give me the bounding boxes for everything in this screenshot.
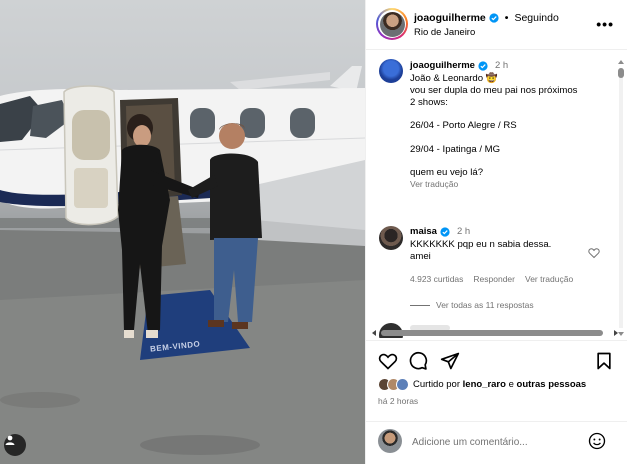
comment-line: amei: [410, 251, 431, 262]
replies-divider: [410, 304, 430, 306]
caption-text: João & Leonardo 🤠 vou ser dupla do meu p…: [410, 73, 610, 191]
header-user-line: joaoguilherme • Seguindo: [414, 12, 559, 24]
verified-icon: [478, 60, 488, 71]
scroll-up-arrow[interactable]: [618, 60, 624, 64]
caption-line: vou ser dupla do meu pai nos próximos: [410, 84, 578, 96]
tagged-users-button[interactable]: [4, 434, 26, 456]
scroll-track[interactable]: [619, 68, 623, 328]
caption-see-translation[interactable]: Ver tradução: [410, 179, 610, 191]
author-username[interactable]: joaoguilherme: [414, 12, 486, 24]
liked-by-prefix: Curtido por: [413, 379, 460, 390]
caption-line: 29/04 - Ipatinga / MG: [410, 143, 501, 155]
liker-avatar[interactable]: [396, 378, 409, 391]
comment-header: maisa 2 h: [410, 226, 470, 237]
caption-line: João & Leonardo 🤠: [410, 73, 498, 84]
more-icon[interactable]: •••: [596, 16, 614, 32]
verified-icon: [489, 13, 499, 23]
caption-line: quem eu vejo lá?: [410, 167, 484, 179]
scroll-left-arrow[interactable]: [372, 330, 376, 336]
share-icon[interactable]: [440, 351, 460, 371]
post-header: joaoguilherme • Seguindo Rio de Janeiro …: [366, 0, 627, 50]
post-actions: Curtido por leno_raro e outras pessoas h…: [366, 340, 627, 453]
author-avatar[interactable]: [376, 8, 408, 40]
caption-avatar[interactable]: [379, 59, 403, 83]
user-tag-icon: [5, 435, 15, 445]
liked-by-text: Curtido por leno_raro e outras pessoas: [413, 379, 586, 390]
liked-by-and: e: [508, 379, 514, 390]
liked-by-others[interactable]: outras pessoas: [517, 379, 587, 390]
liked-by-user[interactable]: leno_raro: [463, 379, 506, 390]
heart-icon[interactable]: [378, 351, 398, 371]
caption-line: [410, 132, 610, 144]
caption-line: 2 shows:: [410, 96, 448, 108]
emoji-icon[interactable]: [588, 432, 606, 450]
viewer-avatar: [378, 429, 402, 453]
caption-time[interactable]: 2 h: [495, 60, 508, 71]
comment-icon[interactable]: [408, 351, 428, 371]
liked-by: Curtido por leno_raro e outras pessoas: [378, 378, 586, 391]
post-side-panel: joaoguilherme • Seguindo Rio de Janeiro …: [365, 0, 627, 464]
vertical-scrollbar[interactable]: [617, 58, 625, 338]
separator-dot: •: [504, 12, 509, 24]
comment-see-translation[interactable]: Ver tradução: [525, 274, 573, 284]
comment-reply-button[interactable]: Responder: [473, 274, 515, 284]
post-photo[interactable]: BEM-VINDO: [0, 0, 365, 464]
scroll-thumb[interactable]: [618, 68, 624, 78]
photo-scene: [0, 66, 365, 464]
comment-text: KKKKKKK pqp eu n sabia dessa. amei: [410, 239, 580, 263]
verified-icon: [440, 226, 450, 237]
following-button[interactable]: Seguindo: [514, 12, 558, 24]
caption-line: 26/04 - Porto Alegre / RS: [410, 120, 517, 132]
comment-likes[interactable]: 4.923 curtidas: [410, 274, 463, 284]
view-replies[interactable]: Ver todas as 11 respostas: [410, 300, 534, 310]
comment-time[interactable]: 2 h: [457, 226, 470, 237]
view-replies-label[interactable]: Ver todas as 11 respostas: [436, 300, 534, 310]
caption-line: [410, 108, 610, 120]
add-comment-bar: [366, 421, 627, 464]
comment-line: KKKKKKK pqp eu n sabia dessa.: [410, 239, 552, 250]
bookmark-icon[interactable]: [594, 351, 614, 371]
horizontal-scroll-thumb[interactable]: [381, 330, 603, 336]
post-location[interactable]: Rio de Janeiro: [414, 27, 475, 38]
caption-header: joaoguilherme 2 h: [410, 60, 508, 71]
comments-area: joaoguilherme 2 h João & Leonardo 🤠 vou …: [366, 51, 627, 338]
scroll-right-arrow[interactable]: [614, 330, 618, 336]
caption-line: [410, 156, 610, 168]
instagram-post-modal: BEM-VINDO joaoguilherme • Seguindo Rio d…: [0, 0, 627, 464]
horizontal-scrollbar[interactable]: [371, 328, 619, 338]
comment-avatar[interactable]: [379, 226, 403, 250]
comment-input[interactable]: [412, 434, 582, 450]
comment-meta: 4.923 curtidas Responder Ver tradução: [410, 274, 573, 284]
comment-username[interactable]: maisa: [410, 226, 437, 237]
comment-heart-icon[interactable]: [588, 247, 600, 259]
caption-username[interactable]: joaoguilherme: [410, 60, 475, 71]
post-time-ago[interactable]: há 2 horas: [378, 396, 418, 406]
